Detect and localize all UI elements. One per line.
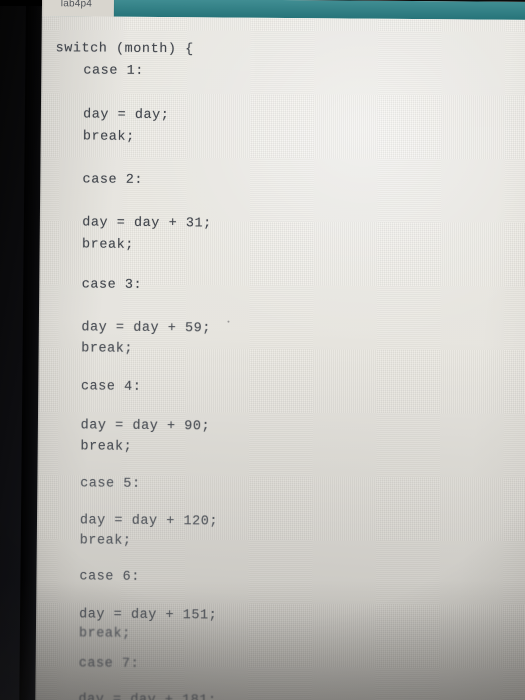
sketch-tab-lab4p4[interactable]: lab4p4 — [38, 0, 115, 17]
bezel-top-corner — [0, 0, 42, 6]
code-line[interactable]: break; — [80, 530, 132, 552]
code-line[interactable]: case 2: — [82, 169, 144, 191]
code-line[interactable]: case 7: — [79, 653, 140, 675]
screenshot-root: lab4p4 switch (month) {case 1: day = day;… — [0, 0, 525, 700]
code-line[interactable]: break; — [83, 126, 135, 148]
code-line[interactable]: switch (month) { — [56, 38, 194, 61]
dust-speck — [227, 320, 230, 323]
code-line[interactable]: day = day + 59; — [81, 317, 211, 340]
code-editor-area[interactable]: switch (month) {case 1: day = day; break; c… — [22, 15, 525, 700]
code-line[interactable]: break; — [79, 623, 131, 645]
code-line[interactable]: day = day + 90; — [81, 415, 211, 438]
code-line[interactable]: break; — [82, 234, 134, 256]
code-line[interactable]: case 3: — [82, 274, 143, 296]
laptop-screen: lab4p4 switch (month) {case 1: day = day;… — [22, 0, 525, 700]
code-line[interactable]: break; — [80, 436, 132, 458]
code-line[interactable]: day = day + 31; — [82, 212, 212, 235]
code-line[interactable]: case 1: — [83, 60, 144, 82]
code-line[interactable]: case 4: — [81, 376, 142, 398]
code-line[interactable]: day = day + 181; — [78, 689, 216, 700]
code-line[interactable]: day = day; — [83, 104, 170, 126]
code-line[interactable]: break; — [81, 338, 133, 360]
code-line[interactable]: case 6: — [79, 566, 140, 588]
code-line[interactable]: case 5: — [80, 473, 141, 495]
